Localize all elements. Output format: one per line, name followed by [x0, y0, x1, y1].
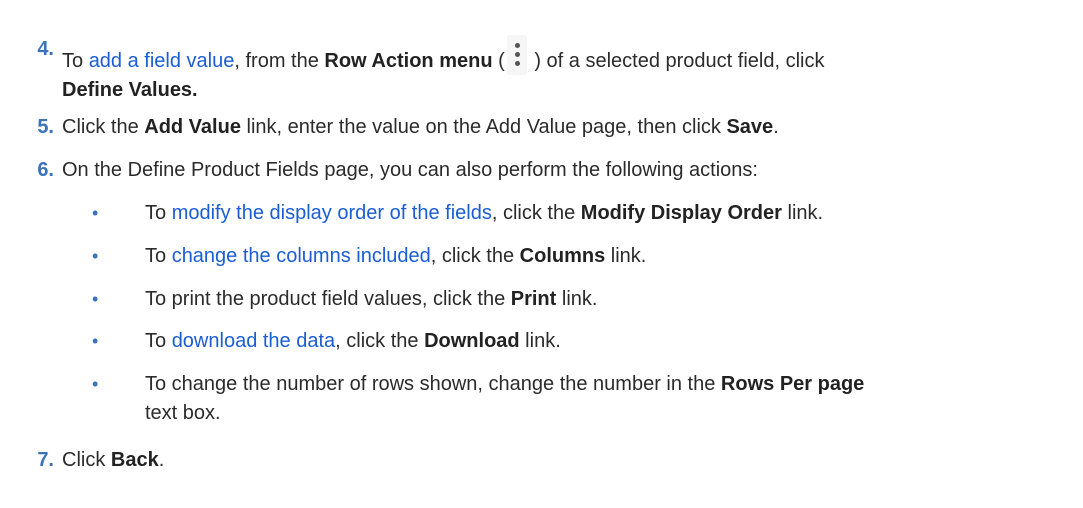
bullet-suffix: link.	[781, 202, 824, 224]
row-action-menu-label: Row Action menu	[324, 50, 493, 72]
step-text-suffix: .	[158, 449, 165, 471]
bullet-item-rows-per-page: • To change the number of rows shown, ch…	[92, 370, 1025, 428]
step-4: 4. To add a field value, from the Row Ac…	[37, 35, 1062, 105]
bullet-suffix: link.	[556, 288, 598, 310]
step-text-suffix: .	[773, 116, 779, 138]
step-number: 6.	[37, 159, 54, 181]
bullet-prefix: To print the product field values, click…	[145, 288, 511, 310]
define-values-label: Define Values.	[62, 79, 198, 101]
bullet-item-modify-order: • To modify the display order of the fie…	[92, 199, 1025, 228]
vertical-ellipsis-icon	[506, 35, 527, 75]
step-5: 5. Click the Add Value link, enter the v…	[37, 113, 1062, 142]
step-text-middle: link, enter the value on the Add Value p…	[240, 116, 727, 138]
back-label: Back	[110, 449, 159, 471]
add-field-value-link[interactable]: add a field value	[89, 50, 235, 72]
bullet-prefix: To	[145, 202, 172, 224]
bullet-suffix: link.	[605, 245, 647, 267]
bullet-suffix: link.	[519, 330, 561, 352]
bullet-item-print: • To print the product field values, cli…	[92, 285, 1025, 314]
bullet-suffix: text box.	[145, 402, 221, 424]
bullet-middle: , click the	[430, 245, 520, 267]
paren-open: (	[492, 50, 505, 72]
bullet-icon: •	[92, 246, 99, 266]
bullet-middle: , click the	[491, 202, 581, 224]
step-number: 4.	[37, 38, 54, 60]
bullet-prefix: To	[145, 245, 172, 267]
columns-label: Columns	[519, 245, 606, 267]
bullet-icon: •	[92, 289, 99, 309]
bullet-item-download: • To download the data, click the Downlo…	[92, 327, 1025, 356]
bullet-icon: •	[92, 374, 99, 394]
download-data-link[interactable]: download the data	[172, 330, 335, 352]
modify-display-order-link[interactable]: modify the display order of the fields	[172, 202, 492, 224]
bullet-item-columns: • To change the columns included, click …	[92, 242, 1025, 271]
step-text: On the Define Product Fields page, you c…	[62, 159, 758, 181]
step-text-prefix: Click	[62, 449, 111, 471]
step-6: 6. On the Define Product Fields page, yo…	[37, 156, 1062, 185]
step-text-prefix: Click the	[62, 116, 145, 138]
step-number: 5.	[37, 116, 54, 138]
step-text-prefix: To	[62, 50, 89, 72]
save-label: Save	[726, 116, 774, 138]
change-columns-link[interactable]: change the columns included	[172, 245, 431, 267]
add-value-label: Add Value	[144, 116, 241, 138]
bullet-icon: •	[92, 203, 99, 223]
modify-display-order-label: Modify Display Order	[580, 202, 782, 224]
step-text-middle: , from the	[234, 50, 325, 72]
rows-per-page-label: Rows Per page	[720, 373, 865, 395]
step-number: 7.	[37, 449, 54, 471]
bullet-prefix: To change the number of rows shown, chan…	[145, 373, 721, 395]
download-label: Download	[424, 330, 520, 352]
bullet-prefix: To	[145, 330, 172, 352]
bullet-icon: •	[92, 331, 99, 351]
step-7: 7. Click Back.	[37, 446, 1062, 475]
bullet-middle: , click the	[335, 330, 425, 352]
document-page: 4. To add a field value, from the Row Ac…	[0, 0, 1083, 508]
paren-close-text: ) of a selected product field, click	[528, 50, 825, 72]
print-label: Print	[510, 288, 557, 310]
